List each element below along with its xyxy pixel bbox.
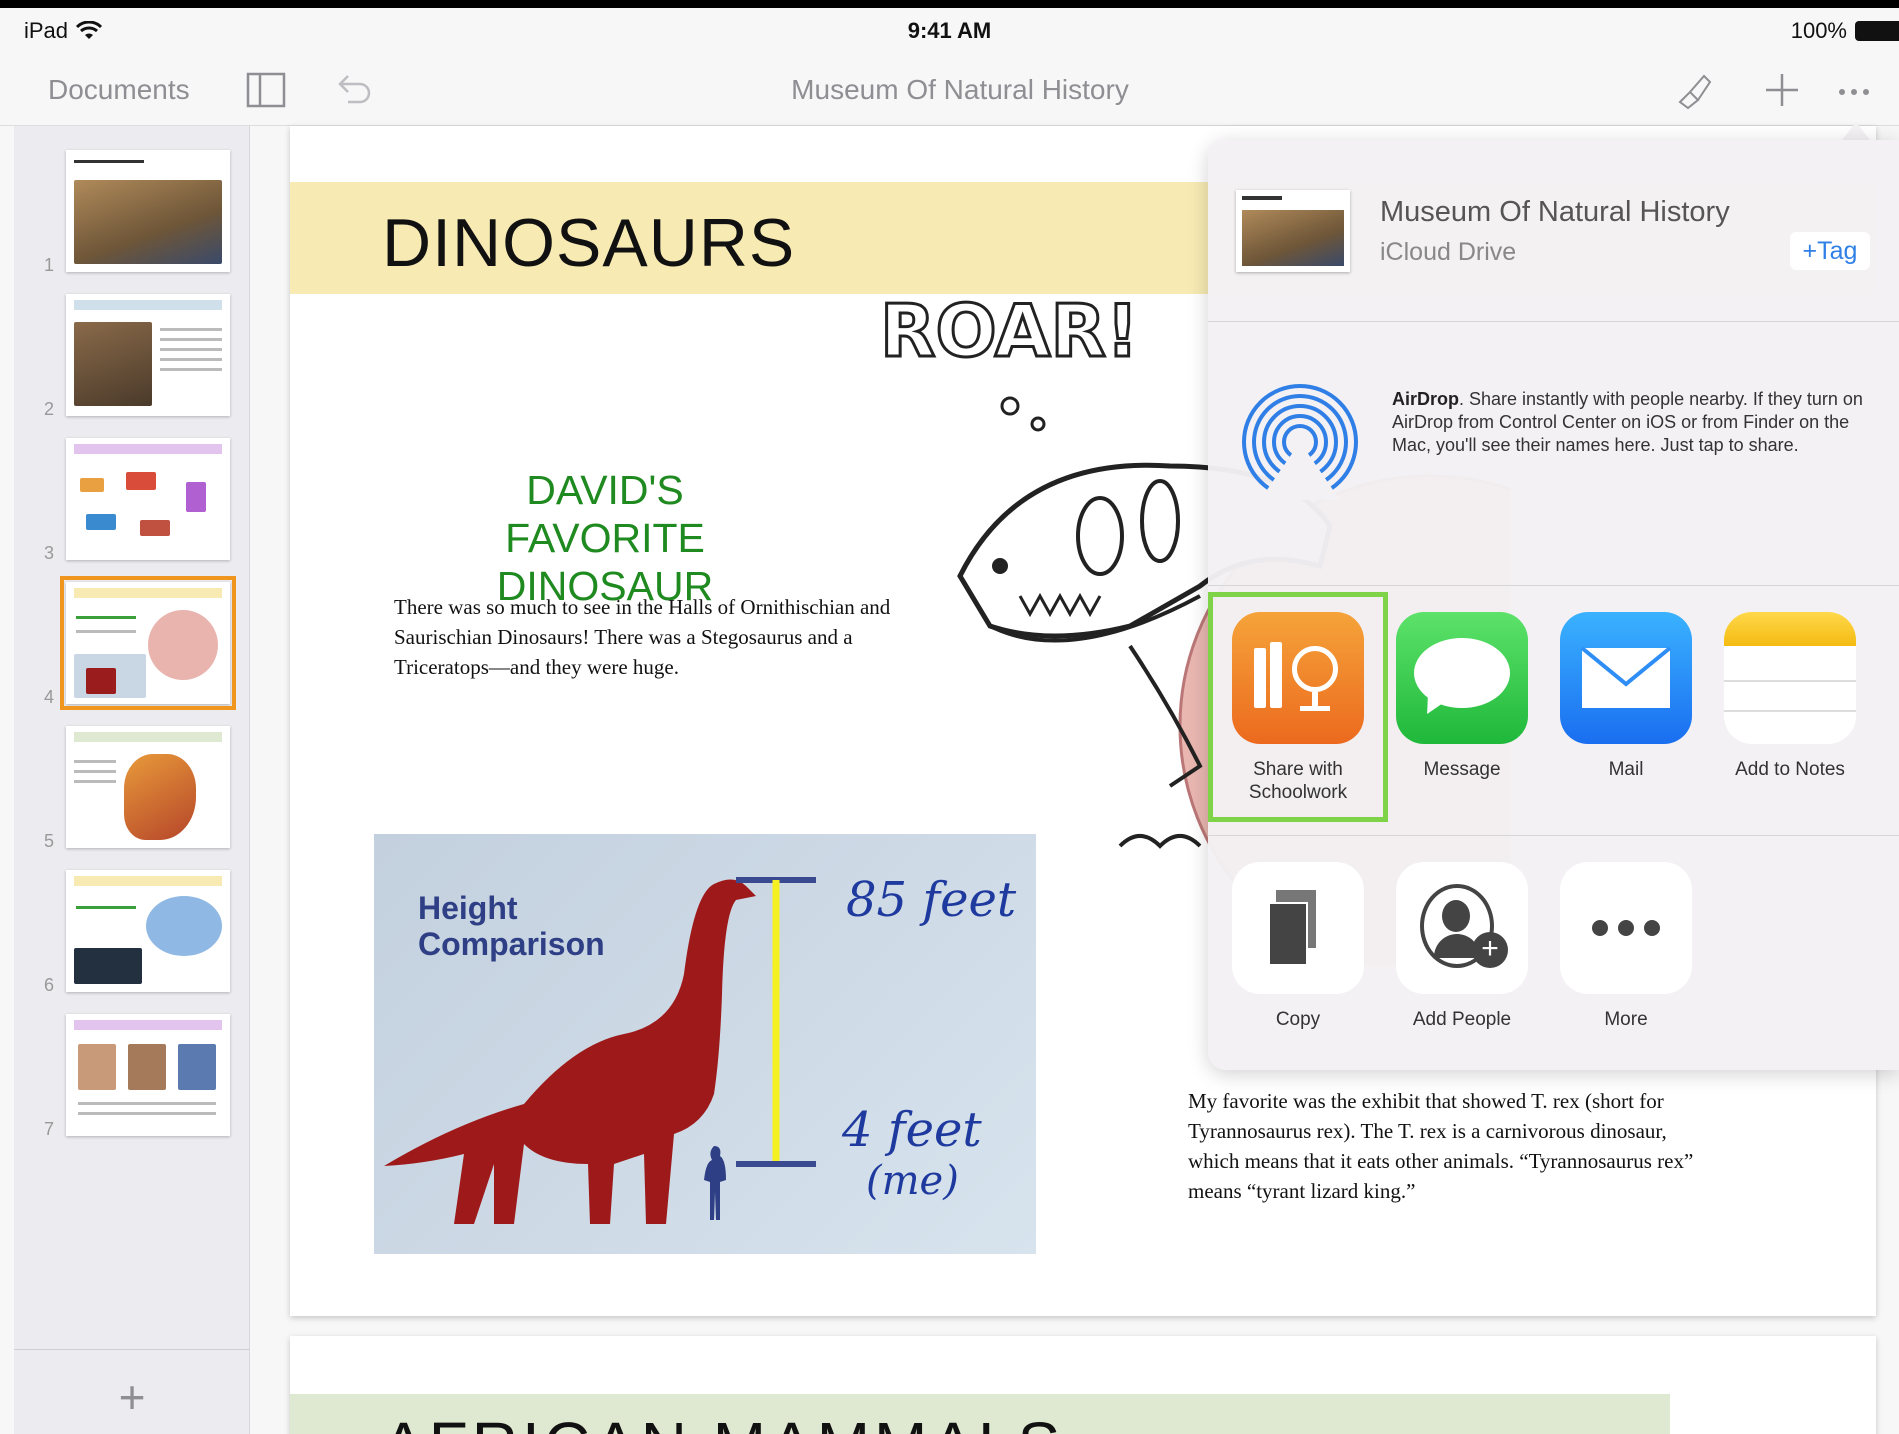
share-document-location: iCloud Drive [1380, 238, 1517, 266]
add-page-button[interactable]: + [14, 1374, 250, 1420]
document-title: Museum Of Natural History [791, 74, 1129, 105]
add-icon[interactable] [1762, 70, 1802, 110]
page-thumbnail-7[interactable]: 7 [14, 1014, 250, 1142]
person-height-label: 4 feet [842, 1102, 982, 1158]
battery-icon [1855, 21, 1899, 41]
page-thumbnail-5[interactable]: 5 [14, 726, 250, 854]
share-sheet: Museum Of Natural History iCloud Drive +… [1208, 140, 1899, 1070]
status-bar: iPad 9:41 AM 100% [0, 8, 1899, 52]
share-apps-row: Share with Schoolwork Message Mail Add t… [1208, 586, 1899, 836]
message-button[interactable]: Message [1380, 612, 1544, 781]
page-heading[interactable]: DINOSAURS [382, 204, 795, 282]
sidebar-divider [14, 1349, 250, 1350]
height-comparison-graphic[interactable]: Height Comparison 85 feet 4 feet (me) [374, 834, 1036, 1254]
airdrop-description: AirDrop. Share instantly with people nea… [1392, 389, 1863, 455]
document-thumbnail [1236, 190, 1350, 272]
page-thumbnail-3[interactable]: 3 [14, 438, 250, 566]
mail-icon [1560, 612, 1692, 744]
page-thumbnail-1[interactable]: 1 [14, 150, 250, 278]
more-icon [1560, 862, 1692, 994]
add-to-notes-button[interactable]: Add to Notes [1708, 612, 1872, 781]
page-thumbnail-4[interactable]: 4 [14, 576, 250, 710]
page-heading[interactable]: AFRICAN MAMMALS [382, 1408, 1064, 1434]
format-brush-icon[interactable] [1674, 70, 1714, 110]
airdrop-icon [1242, 384, 1358, 500]
more-button[interactable]: More [1544, 862, 1708, 1031]
message-icon [1396, 612, 1528, 744]
notes-icon [1724, 612, 1856, 744]
page-thumbnails-sidebar: 1 2 3 4 5 6 7 + [14, 126, 250, 1434]
airdrop-section[interactable]: AirDrop. Share instantly with people nea… [1208, 322, 1899, 586]
share-sheet-header: Museum Of Natural History iCloud Drive +… [1208, 140, 1899, 322]
copy-button[interactable]: Copy [1216, 862, 1380, 1031]
battery-percent: 100% [1790, 18, 1847, 43]
share-document-title: Museum Of Natural History [1380, 196, 1730, 228]
favorite-dinosaur-text[interactable]: There was so much to see in the Halls of… [394, 592, 894, 682]
document-page-african-mammals: AFRICAN MAMMALS [290, 1336, 1876, 1434]
page-thumbnail-6[interactable]: 6 [14, 870, 250, 998]
share-with-schoolwork-button[interactable]: Share with Schoolwork [1216, 612, 1380, 804]
popover-arrow [1842, 122, 1870, 140]
status-time: 9:41 AM [907, 18, 992, 43]
schoolwork-icon [1232, 612, 1364, 744]
person-label: (me) [866, 1158, 959, 1204]
favorite-dinosaur-title[interactable]: DAVID'S FAVORITE DINOSAUR [430, 466, 780, 610]
mail-button[interactable]: Mail [1544, 612, 1708, 781]
share-actions-row: Copy + Add People More [1208, 836, 1899, 1070]
add-people-icon: + [1396, 862, 1528, 994]
roar-text: ROAR! [880, 289, 1139, 373]
add-people-button[interactable]: + Add People [1380, 862, 1544, 1031]
add-tag-button[interactable]: +Tag [1790, 232, 1870, 270]
ipad-screen: iPad 9:41 AM 100% Documents Museum Of Na… [0, 8, 1899, 1434]
dinosaur-height-label: 85 feet [846, 872, 1017, 928]
copy-icon [1232, 862, 1364, 994]
toolbar: Documents Museum Of Natural History [0, 52, 1899, 126]
trex-text[interactable]: My favorite was the exhibit that showed … [1188, 1086, 1708, 1206]
more-options-icon[interactable] [1834, 70, 1874, 110]
page-thumbnail-2[interactable]: 2 [14, 294, 250, 422]
